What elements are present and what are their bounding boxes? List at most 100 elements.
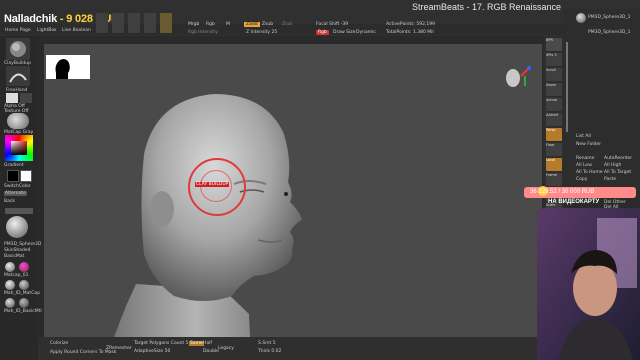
adaptive-size-slider[interactable]: AdaptiveSize 50 [134, 349, 170, 354]
right-tray-button[interactable]: AAHalf [546, 113, 562, 126]
material-thumbnail[interactable] [7, 113, 29, 129]
rgb-intensity-slider[interactable]: Rgb Intensity [188, 30, 218, 35]
back-button[interactable]: Back [4, 199, 15, 204]
z-intensity-slider[interactable]: Z Intensity 25 [246, 30, 277, 35]
zcut-toggle[interactable]: Zcut [282, 22, 292, 27]
same-button[interactable]: Same [189, 341, 204, 346]
double-button[interactable]: Double [203, 349, 219, 354]
right-tray-button[interactable]: Frame [546, 173, 562, 186]
head-silhouette-icon [55, 59, 70, 79]
right-tray-button[interactable]: SPix 3 [546, 53, 562, 66]
alternate-button[interactable]: Alternate [4, 191, 27, 196]
clay-brush-icon [10, 41, 26, 57]
half-button[interactable]: Half [203, 341, 212, 346]
zremesher-button[interactable]: ZRemesher [106, 346, 132, 351]
color-square[interactable] [11, 141, 27, 155]
tab-live-boolean[interactable]: Live Boolean [62, 28, 91, 33]
auto-reorder-button[interactable]: AutoReorder [604, 156, 632, 161]
tab-home-page[interactable]: Home Page [5, 28, 31, 33]
total-points: TotalPoints: 1.380 Mil [386, 30, 434, 35]
right-tray-button-label: Floor [546, 143, 555, 147]
primary-color-swatch[interactable] [20, 170, 32, 182]
right-tray-button[interactable]: Zoom [546, 83, 562, 96]
thick-slider[interactable]: Thick 0.02 [258, 349, 281, 354]
stroke-thumbnail[interactable] [6, 66, 30, 86]
right-tray-button[interactable]: Scroll [546, 68, 562, 81]
matcap-label-2: Mah_ID_MatCap [4, 291, 40, 296]
webcam-feed [537, 208, 640, 360]
all-to-home-button[interactable]: All To Home [576, 170, 602, 175]
edit-button[interactable] [96, 13, 108, 33]
gizmo-head-icon [506, 66, 531, 87]
back-slider[interactable] [5, 208, 33, 214]
rename-button[interactable]: Rename [576, 156, 594, 161]
subtool-item-2[interactable]: PM3D_Sphere3D_1 [588, 30, 630, 35]
zadd-toggle[interactable]: Zadd [244, 22, 260, 27]
matcap-thumb-5[interactable] [5, 298, 15, 308]
right-tray-button-label: BPR [546, 38, 553, 42]
draw-button[interactable] [112, 13, 124, 33]
right-tray-button-label: Zoom [546, 83, 557, 87]
all-high-button[interactable]: All High [604, 163, 621, 168]
matcap-thumb-3[interactable] [5, 280, 15, 290]
right-tray-button[interactable]: BPR [546, 38, 562, 51]
stream-title: StreamBeats - 17. RGB Renaissance [412, 2, 562, 12]
color-picker[interactable] [5, 135, 33, 161]
right-tray-button[interactable]: Persp [546, 128, 562, 141]
switch-color-button[interactable]: SwitchColor [4, 184, 31, 189]
head-model [114, 94, 302, 337]
navigation-gizmo[interactable] [499, 62, 533, 96]
right-tray-button[interactable]: Actual [546, 98, 562, 111]
subtool-item-1[interactable]: PM3D_Sphere3D_1 [588, 15, 630, 20]
viewport-canvas[interactable]: CLAY BUILDUP [44, 44, 542, 337]
sphere-label-1: PM3D_Sphere3D [4, 242, 42, 247]
list-all-button[interactable]: List All [576, 134, 591, 139]
subtool-thumbnail[interactable] [576, 13, 586, 23]
m-toggle[interactable]: M [226, 22, 230, 27]
colorize-button[interactable]: Colorize [50, 341, 68, 346]
brush-thumbnail[interactable] [6, 38, 30, 60]
scale-button[interactable] [144, 13, 156, 33]
right-tray-button[interactable]: Local [546, 158, 562, 171]
mrgb-toggle[interactable]: Mrgb [188, 22, 199, 27]
copy-button[interactable]: Copy [576, 177, 587, 182]
tab-lightbox[interactable]: LightBox [37, 28, 57, 33]
gradient-label: Gradient [4, 163, 24, 168]
right-tray-button-label: SPix 3 [546, 53, 557, 57]
rotate-button[interactable] [160, 13, 172, 33]
move-button[interactable] [128, 13, 140, 33]
legacy-button[interactable]: Legacy [218, 346, 234, 351]
s-smt-slider[interactable]: S.Smt 5 [258, 341, 276, 346]
brush-cursor-label: CLAY BUILDUP [195, 182, 230, 187]
texture-thumbnail[interactable] [20, 93, 32, 103]
zsub-toggle[interactable]: Zsub [262, 22, 273, 27]
all-low-button[interactable]: All Low [576, 163, 592, 168]
matcap-thumb-6[interactable] [19, 298, 29, 308]
sphere-label-2: SkinShade4 [4, 248, 31, 253]
stroke-icon [9, 73, 27, 83]
right-tray-button-label: Local [546, 158, 556, 162]
right-tray-button-label: Actual [546, 98, 557, 102]
matcap-thumb-2[interactable] [19, 262, 29, 272]
right-tray-button-label: AAHalf [546, 113, 558, 117]
subtool-scrollbar[interactable] [566, 42, 568, 132]
paste-button[interactable]: Paste [604, 177, 616, 182]
focal-shift-slider[interactable]: Focal Shift -39 [316, 22, 348, 27]
right-tray-button[interactable]: Floor [546, 143, 562, 156]
reference-image[interactable] [46, 55, 90, 79]
matcap-thumb-4[interactable] [19, 280, 29, 290]
target-polygons-slider[interactable]: Target Polygons Count 5 [134, 341, 188, 346]
active-points: ActivePoints: 592,199 [386, 22, 435, 27]
dynamic-toggle[interactable]: Dynamic [356, 30, 376, 35]
right-tray-button-label: Frame [546, 173, 557, 177]
secondary-color-swatch[interactable] [7, 170, 19, 182]
alpha-thumbnail[interactable] [6, 93, 18, 103]
donation-goal-label: НА ВИДЕОКАРТУ [548, 199, 600, 205]
new-folder-button[interactable]: New Folder [576, 142, 601, 147]
streamer-photo [537, 208, 640, 360]
draw-size-slider[interactable]: Draw Size [333, 30, 355, 35]
rgb-toggle[interactable]: Rgb [206, 22, 215, 27]
matcap-thumb-1[interactable] [5, 262, 15, 272]
sphere-thumbnail[interactable] [6, 216, 28, 238]
all-to-target-button[interactable]: All To Target [604, 170, 631, 175]
